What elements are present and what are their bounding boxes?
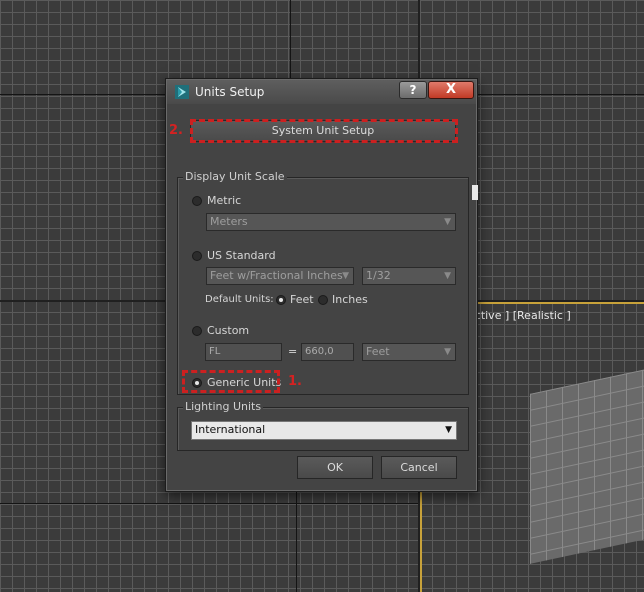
metric-units-value: Meters — [210, 215, 248, 228]
help-button[interactable]: ? — [399, 81, 427, 99]
app-logo-icon — [175, 85, 189, 99]
grid-axis-line — [296, 492, 297, 592]
metric-units-dropdown[interactable]: Meters ▼ — [206, 213, 456, 231]
custom-amount-field[interactable]: 660,0 — [301, 343, 354, 361]
perspective-ground-plane — [530, 366, 644, 564]
grid-axis-line — [478, 94, 644, 95]
annotation-number-1: 1. — [288, 374, 302, 389]
default-units-feet-label[interactable]: Feet — [290, 293, 314, 306]
cancel-button[interactable]: Cancel — [381, 456, 457, 479]
custom-name-field[interactable]: FL — [205, 343, 282, 361]
close-button[interactable]: X — [428, 81, 474, 99]
default-units-feet-radio[interactable] — [276, 295, 286, 305]
grid-axis-line — [0, 94, 170, 95]
custom-label[interactable]: Custom — [207, 324, 249, 337]
display-unit-scale-group — [177, 177, 469, 395]
default-units-inches-radio[interactable] — [318, 295, 328, 305]
ok-button[interactable]: OK — [297, 456, 373, 479]
grid-axis-line — [290, 0, 291, 78]
default-units-inches-label[interactable]: Inches — [332, 293, 368, 306]
annotation-highlight-1 — [182, 370, 280, 393]
annotation-highlight-2 — [190, 119, 458, 143]
us-standard-label[interactable]: US Standard — [207, 249, 276, 262]
display-unit-scale-label: Display Unit Scale — [183, 170, 287, 183]
metric-label[interactable]: Metric — [207, 194, 241, 207]
lighting-units-value: International — [195, 423, 266, 436]
custom-units-value: Feet — [366, 345, 390, 358]
lighting-units-label: Lighting Units — [183, 400, 264, 413]
us-standard-units-value: Feet w/Fractional Inches — [210, 269, 343, 282]
annotation-number-2: 2. — [169, 123, 183, 138]
dialog-title: Units Setup — [195, 85, 265, 99]
fraction-value: 1/32 — [366, 269, 391, 282]
us-standard-units-dropdown[interactable]: Feet w/Fractional Inches ▼ — [206, 267, 354, 285]
chevron-down-icon: ▼ — [444, 271, 451, 281]
units-setup-dialog: Units Setup ? X System Unit Setup 2. Dis… — [165, 78, 478, 492]
default-units-label: Default Units: — [205, 294, 274, 305]
custom-radio[interactable] — [192, 326, 202, 336]
fraction-dropdown[interactable]: 1/32 ▼ — [362, 267, 456, 285]
dialog-edge-highlight — [472, 185, 478, 200]
viewport-label[interactable]: ective ] [Realistic ] — [468, 309, 571, 322]
chevron-down-icon: ▼ — [444, 217, 451, 227]
lighting-units-dropdown[interactable]: International ▼ — [191, 421, 457, 440]
chevron-down-icon: ▼ — [342, 271, 349, 281]
chevron-down-icon: ▼ — [444, 347, 451, 357]
custom-units-dropdown[interactable]: Feet ▼ — [362, 343, 456, 361]
metric-radio[interactable] — [192, 196, 202, 206]
dialog-titlebar[interactable]: Units Setup ? X — [167, 80, 476, 104]
chevron-down-icon: ▼ — [445, 425, 452, 435]
us-standard-radio[interactable] — [192, 251, 202, 261]
grid-axis-line — [0, 503, 418, 504]
custom-equals-sign: = — [288, 345, 298, 358]
